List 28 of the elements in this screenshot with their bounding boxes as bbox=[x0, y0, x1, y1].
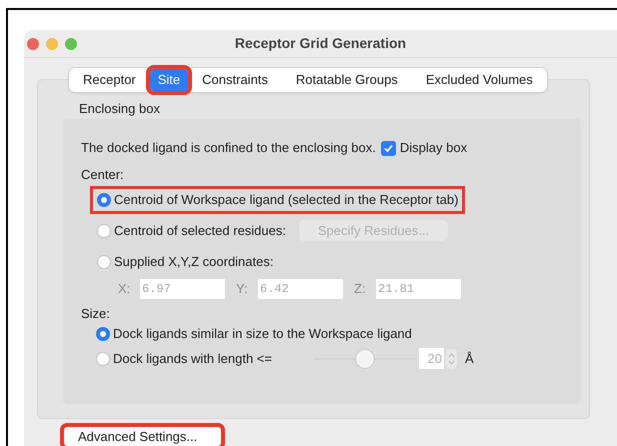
slider-thumb[interactable] bbox=[356, 350, 374, 368]
description-text: The docked ligand is confined to the enclosing box. bbox=[81, 139, 376, 158]
radio-option[interactable]: Supplied X,Y,Z coordinates: bbox=[93, 250, 278, 272]
coordinate-label: Y: bbox=[236, 280, 249, 298]
unit-label: Å bbox=[464, 350, 474, 368]
radio-option[interactable]: Centroid of Workspace ligand (selected in the Receptor tab) bbox=[93, 188, 462, 210]
radio-option[interactable]: Centroid of selected residues: bbox=[93, 220, 290, 242]
checkbox-label: Display box bbox=[400, 139, 468, 158]
section-label: Size: bbox=[81, 305, 111, 323]
stepper-icon[interactable] bbox=[446, 348, 457, 368]
tab[interactable]: Rotatable Groups bbox=[282, 69, 412, 91]
section-label: Center: bbox=[81, 166, 125, 184]
tab[interactable]: Excluded Volumes bbox=[412, 69, 547, 91]
tab[interactable]: Receptor bbox=[69, 69, 150, 91]
radio-option[interactable]: Dock ligands with length <= bbox=[92, 348, 276, 370]
tab[interactable]: Constraints bbox=[188, 69, 282, 91]
close-button[interactable] bbox=[27, 38, 39, 50]
coordinate-label: Z: bbox=[354, 280, 367, 298]
window-title: Receptor Grid Generation bbox=[234, 35, 406, 51]
group-title: Enclosing box bbox=[79, 100, 161, 117]
checkbox[interactable] bbox=[380, 140, 396, 156]
checkmark-icon bbox=[382, 142, 394, 154]
minimize-button[interactable] bbox=[46, 38, 58, 50]
zoom-button[interactable] bbox=[65, 38, 77, 50]
radio-option[interactable]: Dock ligands similar in size to the Workspace ligand bbox=[92, 322, 416, 344]
tab[interactable]: Site bbox=[150, 69, 188, 91]
coordinate-label: X: bbox=[118, 280, 132, 298]
advanced-settings-button[interactable]: Advanced Settings... bbox=[64, 427, 221, 446]
